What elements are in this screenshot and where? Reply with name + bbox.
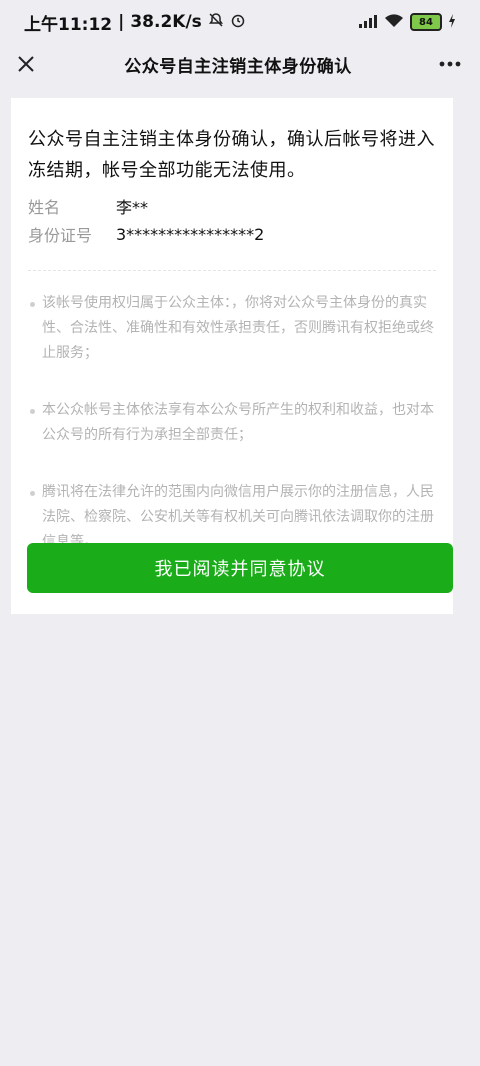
id-number-value: 3****************2 bbox=[116, 224, 265, 244]
charging-icon bbox=[448, 13, 456, 31]
name-value: 李** bbox=[116, 198, 149, 217]
signal-icon bbox=[358, 14, 378, 31]
status-bar: 上午11:12 | 38.2K/s 84 bbox=[0, 0, 480, 44]
info-row-name: 姓名 李** bbox=[28, 192, 436, 220]
close-icon bbox=[18, 56, 34, 72]
nav-bar: 公众号自主注销主体身份确认 bbox=[0, 44, 480, 84]
status-divider: | bbox=[118, 12, 125, 32]
terms-item: 该帐号使用权归属于公众主体：，你将对公众号主体身份的真实性、合法性、准确性和有效… bbox=[28, 291, 436, 366]
id-number-label: 身份证号 bbox=[28, 226, 93, 245]
terms-list: 该帐号使用权归属于公众主体：，你将对公众号主体身份的真实性、合法性、准确性和有效… bbox=[28, 291, 436, 555]
terms-item: 本公众帐号主体依法享有本公众号所产生的权利和收益，也对本公众号的所有行为承担全部… bbox=[28, 398, 436, 448]
divider bbox=[28, 270, 436, 271]
battery-icon: 84 bbox=[410, 13, 442, 31]
name-label: 姓名 bbox=[28, 198, 61, 217]
status-left: 上午11:12 | 38.2K/s bbox=[24, 10, 246, 35]
info-row-id-number: 身份证号 3****************2 bbox=[28, 220, 436, 248]
status-right: 84 bbox=[358, 13, 456, 31]
status-network-speed: 38.2K/s bbox=[130, 12, 202, 32]
status-time: 上午11:12 bbox=[24, 14, 113, 35]
alarm-clock-icon bbox=[230, 12, 246, 33]
confirmation-card: 公众号自主注销主体身份确认，确认后帐号将进入冻结期，帐号全部功能无法使用。 姓名… bbox=[11, 98, 453, 614]
mute-bell-icon bbox=[208, 12, 224, 33]
close-button[interactable] bbox=[12, 50, 40, 78]
page-title: 公众号自主注销主体身份确认 bbox=[124, 56, 352, 77]
intro-text: 公众号自主注销主体身份确认，确认后帐号将进入冻结期，帐号全部功能无法使用。 bbox=[28, 129, 435, 181]
wifi-icon bbox=[384, 13, 404, 31]
agree-button[interactable]: 我已阅读并同意协议 bbox=[27, 543, 453, 593]
more-options-button[interactable] bbox=[436, 50, 464, 78]
more-dots-icon bbox=[439, 61, 461, 67]
